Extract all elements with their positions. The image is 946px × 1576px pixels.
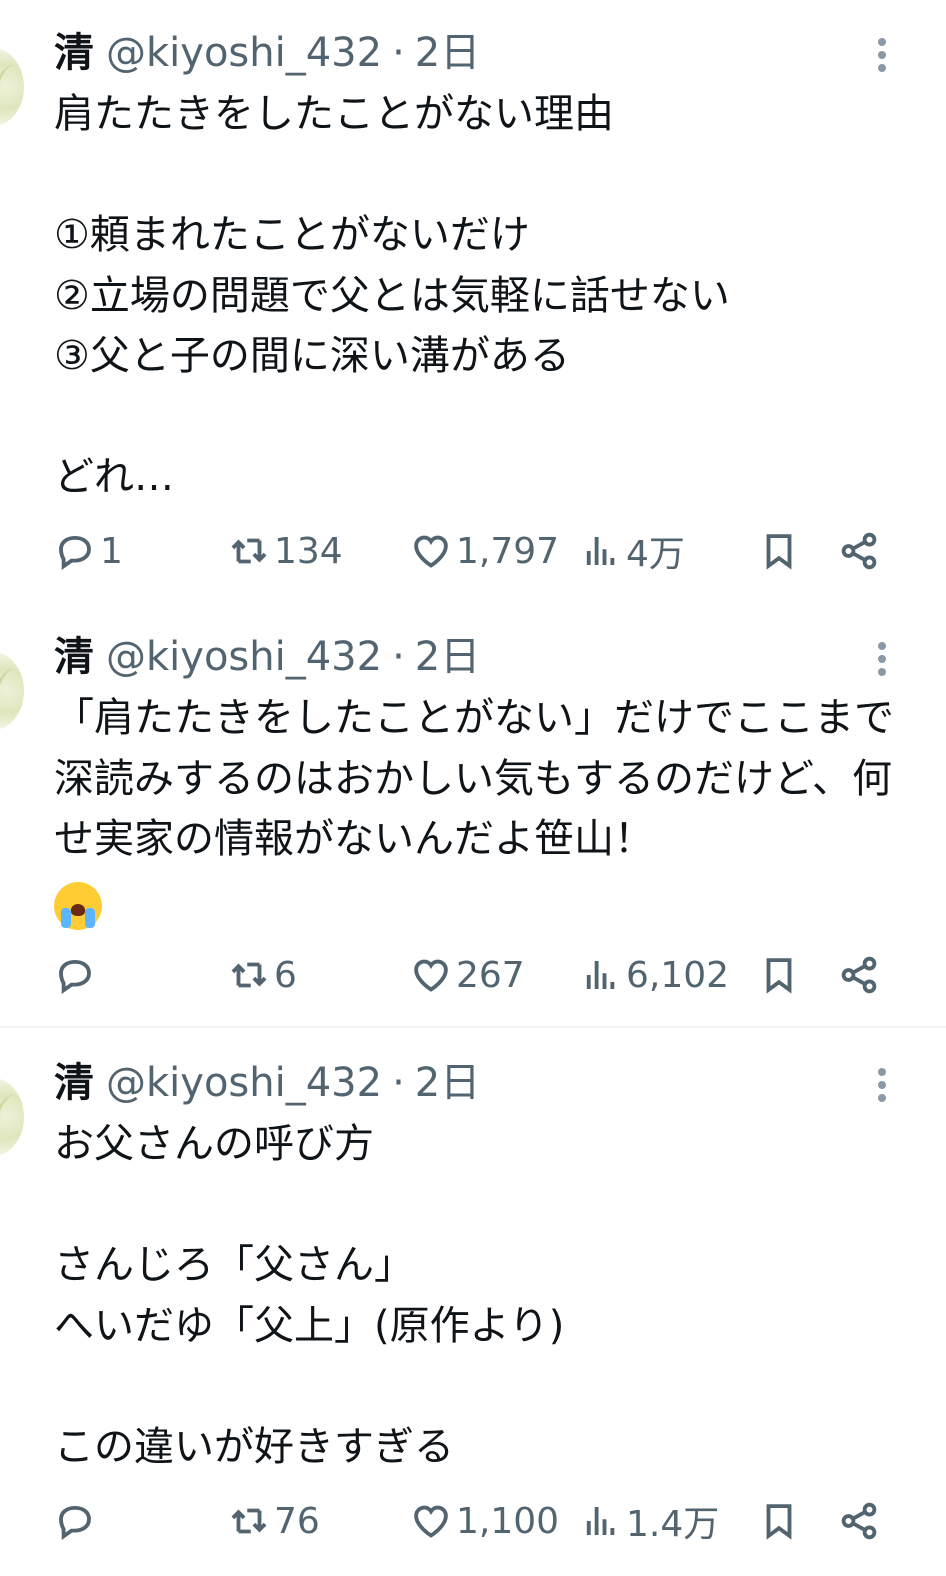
tweet-header: 清 @kiyoshi_432 · 2日 (54, 632, 480, 682)
share-nodes-icon (841, 956, 877, 994)
retweet-arrows-icon (231, 962, 267, 988)
loudly-crying-face-icon (54, 881, 102, 930)
like-button[interactable]: 1,797 (410, 526, 559, 576)
like-button[interactable]: 267 (410, 950, 525, 1000)
like-count: 267 (456, 954, 525, 996)
avatar[interactable] (0, 48, 24, 126)
vertical-dots-icon (878, 642, 886, 650)
like-count: 1,100 (456, 1500, 560, 1542)
share-button[interactable] (838, 1496, 880, 1546)
heart-icon (414, 535, 448, 568)
tweet-text: 「肩たたきをしたことがない」だけでここまで深読みするのはおかしい気もするのだけど… (54, 695, 894, 862)
view-count: 6,102 (626, 954, 730, 996)
heart-icon (414, 1505, 448, 1538)
tweet-header: 清 @kiyoshi_432 · 2日 (54, 28, 480, 78)
action-bar: 1 134 1,797 4万 (0, 526, 946, 576)
bookmark-icon (766, 958, 792, 994)
action-bar: 6 267 6,102 (0, 950, 946, 1000)
bookmark-button[interactable] (758, 1496, 800, 1546)
timestamp[interactable]: 2日 (415, 1058, 480, 1108)
tweet-text: 肩たたきをしたことがない理由 ①頼まれたことがないだけ ②立場の問題で父とは気軽… (54, 91, 730, 500)
retweet-arrows-icon (231, 1508, 267, 1534)
timestamp[interactable]: 2日 (415, 28, 480, 78)
views-button[interactable]: 1.4万 (580, 1496, 719, 1546)
user-handle[interactable]: @kiyoshi_432 (106, 1058, 382, 1108)
display-name[interactable]: 清 (54, 632, 94, 682)
tweet-header: 清 @kiyoshi_432 · 2日 (54, 1058, 480, 1108)
tweet-text: お父さんの呼び方 さんじろ「父さん」 へいだゆ「父上」(原作より) この違いが好… (54, 1121, 565, 1470)
bookmark-button[interactable] (758, 526, 800, 576)
bar-chart-icon (586, 1507, 615, 1535)
bookmark-icon (766, 534, 792, 570)
timestamp[interactable]: 2日 (415, 632, 480, 682)
speech-bubble-icon (59, 535, 91, 570)
reply-button[interactable] (54, 1496, 100, 1546)
display-name[interactable]: 清 (54, 28, 94, 78)
separator-dot: · (392, 30, 405, 76)
share-nodes-icon (841, 1502, 877, 1540)
views-button[interactable]: 6,102 (580, 950, 729, 1000)
separator-dot: · (392, 634, 405, 680)
tweet-divider (0, 1026, 946, 1028)
more-options-button[interactable] (868, 638, 896, 680)
speech-bubble-icon (59, 1505, 91, 1540)
action-bar: 76 1,100 1.4万 (0, 1496, 946, 1546)
like-count: 1,797 (456, 530, 560, 572)
heart-icon (414, 959, 448, 992)
speech-bubble-icon (59, 959, 91, 994)
bookmark-icon (766, 1504, 792, 1540)
timeline: 清 @kiyoshi_432 · 2日 肩たたきをしたことがない理由 ①頼まれた… (0, 0, 946, 1576)
vertical-dots-icon (878, 38, 886, 46)
share-nodes-icon (841, 532, 877, 570)
share-button[interactable] (838, 526, 880, 576)
view-count: 1.4万 (626, 1504, 720, 1545)
display-name[interactable]: 清 (54, 1058, 94, 1108)
bookmark-button[interactable] (758, 950, 800, 1000)
vertical-dots-icon (878, 1068, 886, 1076)
more-options-button[interactable] (868, 1064, 896, 1106)
more-options-button[interactable] (868, 34, 896, 76)
like-button[interactable]: 1,100 (410, 1496, 559, 1546)
share-button[interactable] (838, 950, 880, 1000)
retweet-button[interactable]: 6 (228, 950, 297, 1000)
views-button[interactable]: 4万 (580, 526, 685, 576)
tweet[interactable]: 清 @kiyoshi_432 · 2日 肩たたきをしたことがない理由 ①頼まれた… (0, 0, 946, 600)
retweet-arrows-icon (231, 538, 267, 564)
retweet-count: 6 (274, 954, 297, 996)
bar-chart-icon (586, 961, 615, 989)
retweet-button[interactable]: 76 (228, 1496, 320, 1546)
reply-count: 1 (100, 530, 123, 572)
view-count: 4万 (626, 534, 685, 575)
retweet-count: 134 (274, 530, 343, 572)
tweet[interactable]: 清 @kiyoshi_432 · 2日 「肩たたきをしたことがない」だけでここま… (0, 604, 946, 1026)
separator-dot: · (392, 1060, 405, 1106)
avatar[interactable] (0, 652, 24, 730)
tweet[interactable]: 清 @kiyoshi_432 · 2日 お父さんの呼び方 さんじろ「父さん」 へ… (0, 1030, 946, 1576)
user-handle[interactable]: @kiyoshi_432 (106, 632, 382, 682)
reply-button[interactable] (54, 950, 100, 1000)
retweet-count: 76 (274, 1500, 320, 1542)
bar-chart-icon (586, 537, 615, 565)
retweet-button[interactable]: 134 (228, 526, 343, 576)
user-handle[interactable]: @kiyoshi_432 (106, 28, 382, 78)
avatar[interactable] (0, 1078, 24, 1156)
reply-button[interactable]: 1 (54, 526, 123, 576)
tweet-text-container: 「肩たたきをしたことがない」だけでここまで深読みするのはおかしい気もするのだけど… (54, 688, 894, 930)
